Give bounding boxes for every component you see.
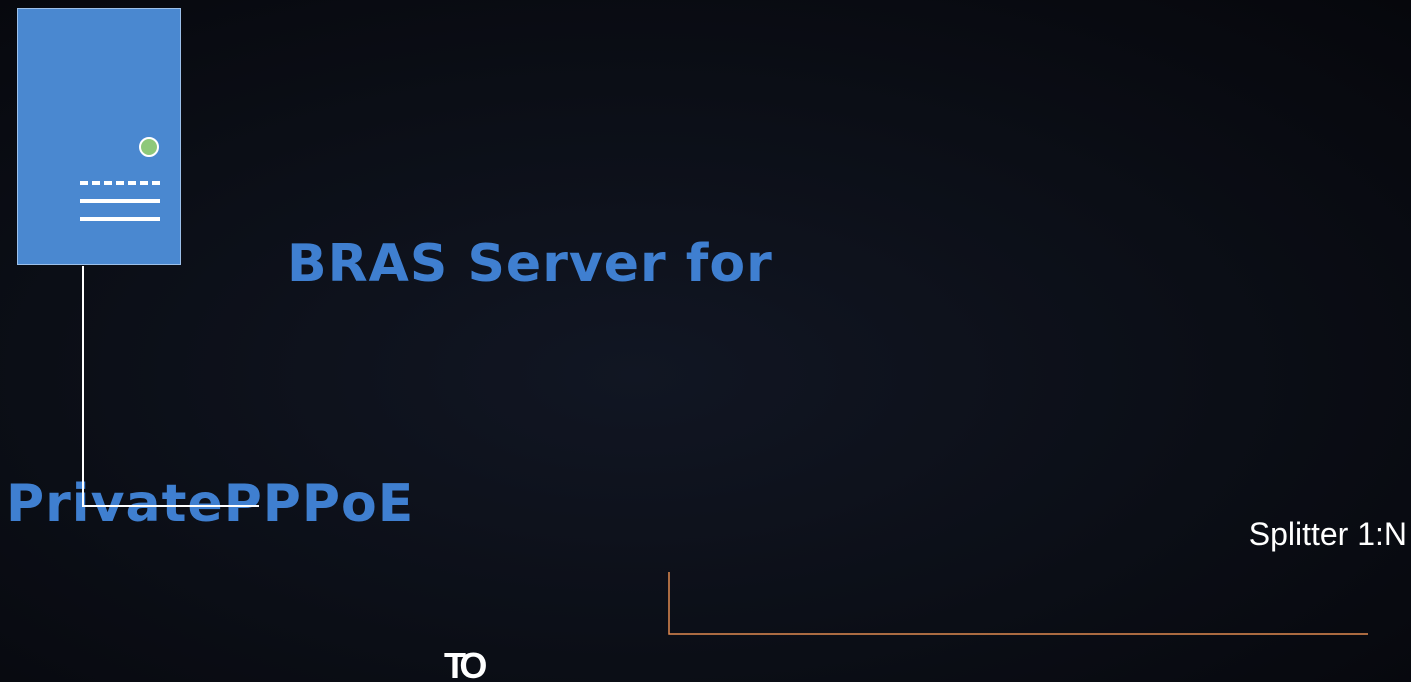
server-icon <box>17 8 181 265</box>
server-drive-slot-dashed <box>80 181 160 185</box>
status-led-icon <box>139 137 159 157</box>
server-drive-slot-1 <box>80 199 160 203</box>
title-line-2: PrivatePPPoE <box>6 474 415 534</box>
logo-text: TO <box>444 645 487 682</box>
splitter-label: Splitter 1:N <box>1248 516 1407 552</box>
network-diagram: BRAS Server for PrivatePPPoE Splitter 1:… <box>0 0 1411 682</box>
server-drive-slot-2 <box>80 217 160 221</box>
